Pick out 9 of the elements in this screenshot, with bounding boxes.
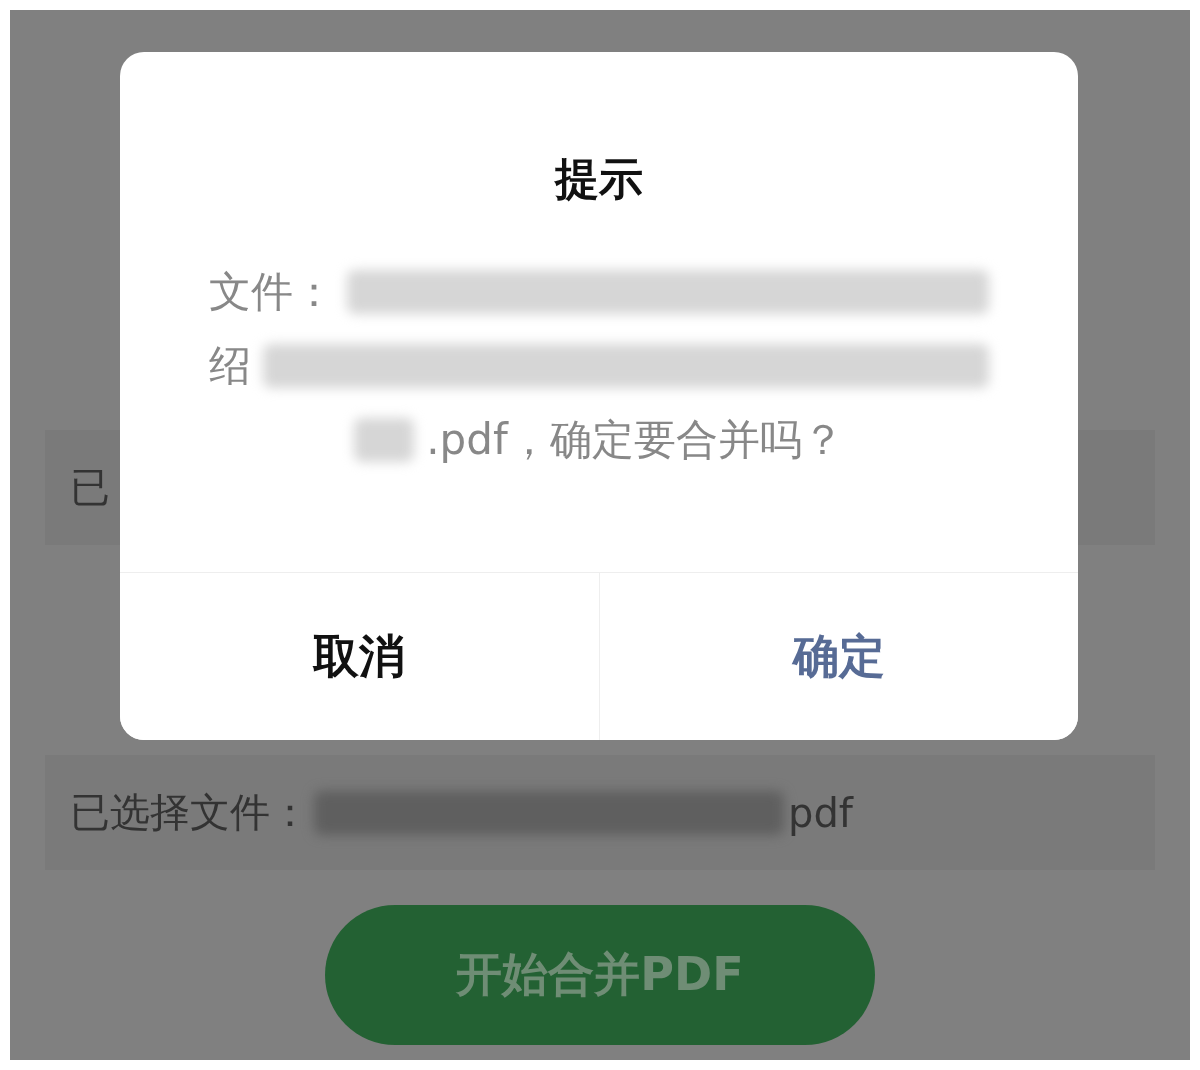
message-text: .pdf，确定要合并吗？ <box>426 414 844 466</box>
blurred-text <box>354 418 415 462</box>
row-label: 已选择文件： <box>70 788 310 837</box>
file-extension: pdf <box>788 789 853 836</box>
message-text: 绍 <box>209 340 251 392</box>
dialog-title: 提示 <box>555 152 643 206</box>
cancel-button[interactable]: 取消 <box>120 573 600 740</box>
message-text: 文件： <box>209 266 335 318</box>
row-label: 已 <box>70 463 110 512</box>
